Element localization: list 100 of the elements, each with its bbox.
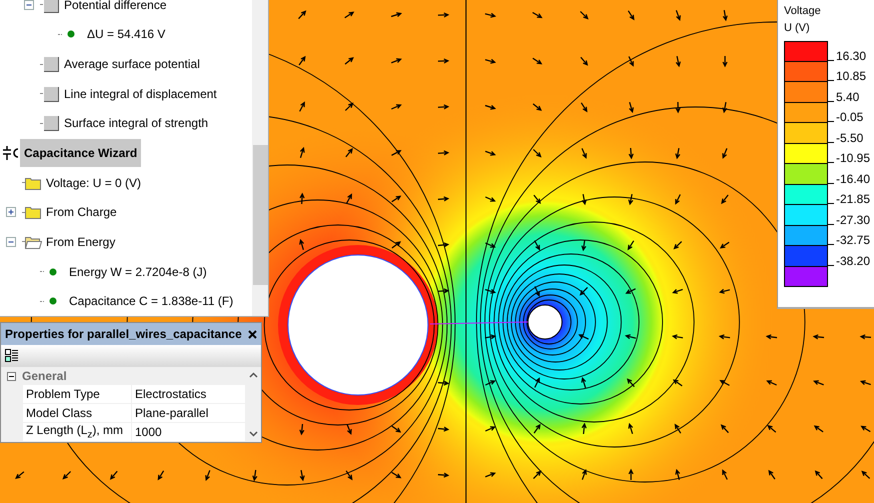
field-arrow: [533, 194, 541, 204]
field-arrow: [675, 148, 680, 160]
field-arrow: [766, 380, 778, 386]
legend-title: Voltage: [784, 5, 822, 17]
field-arrow: [674, 424, 682, 434]
field-arrow: [580, 286, 588, 296]
tree-item[interactable]: ΔU = 54.416 V: [85, 20, 168, 48]
field-arrow: [860, 380, 872, 386]
field-arrow: [437, 196, 450, 202]
collapse-icon[interactable]: [24, 0, 34, 10]
field-arrow: [299, 238, 304, 250]
scroll-up-icon[interactable]: [249, 372, 258, 378]
field-arrow: [298, 56, 306, 66]
field-arrow: [300, 146, 305, 158]
scale-label: -10.95: [836, 152, 870, 164]
square-icon: [43, 86, 59, 102]
field-arrow: [580, 102, 588, 112]
field-arrow: [532, 12, 543, 18]
field-arrow: [534, 424, 541, 434]
close-button[interactable]: [248, 330, 257, 338]
field-arrow: [300, 470, 305, 482]
field-arrow: [721, 194, 729, 204]
field-arrow: [437, 426, 450, 432]
field-arrow: [860, 426, 871, 432]
tree-item[interactable]: From Charge: [44, 198, 119, 226]
tree-item[interactable]: Energy W = 2.7204e-8 (J): [67, 258, 209, 286]
field-arrow: [628, 240, 634, 250]
field-arrow: [628, 422, 634, 434]
scrollbar[interactable]: [246, 367, 261, 442]
tree-item[interactable]: Average surface potential: [62, 50, 202, 78]
scale-label: -16.40: [836, 172, 870, 184]
categorized-view-icon[interactable]: [5, 349, 19, 363]
open-folder-icon: [25, 234, 42, 249]
field-arrow: [812, 334, 825, 340]
tree-item[interactable]: Capacitance C = 1.838e-11 (F): [67, 287, 236, 316]
field-arrow: [344, 12, 354, 18]
field-arrow: [299, 101, 305, 112]
field-arrow: [344, 102, 354, 112]
property-name: Z Length (L$_{z}$), mm: [23, 423, 132, 442]
field-arrow: [390, 104, 402, 110]
square-icon: [43, 115, 59, 132]
tree-item[interactable]: Voltage: U = 0 (V): [44, 168, 144, 197]
field-arrow: [628, 102, 634, 114]
field-arrow: [719, 380, 730, 386]
field-arrow: [767, 424, 776, 433]
field-arrow: [532, 148, 542, 158]
field-arrow: [484, 196, 496, 202]
tree-item[interactable]: Line integral of displacement: [62, 80, 219, 108]
field-arrow: [672, 379, 683, 386]
field-arrow: [391, 196, 402, 202]
dot-icon: [49, 297, 57, 306]
field-arrow: [718, 334, 731, 340]
tree-item[interactable]: Capacitance Wizard: [20, 139, 142, 168]
field-arrow: [722, 55, 728, 68]
field-arrow: [722, 10, 728, 22]
field-arrow: [860, 334, 872, 340]
scrollbar[interactable]: [252, 0, 268, 316]
field-arrow: [437, 12, 450, 18]
field-arrow: [62, 470, 72, 480]
scale-label: -32.75: [836, 234, 870, 246]
scale-label: 5.40: [836, 90, 860, 102]
field-arrow: [252, 469, 258, 482]
scroll-down-icon[interactable]: [249, 431, 258, 437]
folder-icon: [25, 176, 42, 190]
field-arrow: [437, 58, 450, 64]
scale-label: 10.85: [836, 70, 866, 82]
field-arrow: [580, 10, 589, 20]
field-arrow: [299, 423, 304, 436]
field-arrow: [390, 12, 402, 18]
collapse-icon[interactable]: [6, 237, 16, 248]
field-arrow: [437, 150, 450, 156]
tree-item[interactable]: Potential difference: [62, 0, 169, 19]
field-arrow: [676, 10, 681, 21]
field-arrow: [484, 472, 496, 478]
legend-unit: U (V): [784, 22, 811, 34]
scale-label: 16.30: [836, 50, 866, 62]
field-arrow: [676, 56, 681, 68]
field-arrow: [391, 426, 402, 433]
field-arrow: [391, 150, 402, 156]
field-arrow: [722, 469, 728, 480]
square-icon: [43, 56, 59, 72]
field-arrow: [628, 10, 634, 20]
scrollbar-thumb[interactable]: [252, 145, 268, 285]
folder-icon: [25, 205, 42, 220]
row-gutter: [1, 423, 23, 442]
property-name: Model Class: [23, 404, 132, 423]
field-arrow: [205, 470, 210, 481]
tree-item[interactable]: Surface integral of strength: [62, 109, 210, 138]
field-arrow: [437, 104, 450, 110]
field-arrow: [672, 334, 684, 340]
tree-item[interactable]: From Energy: [44, 228, 118, 256]
scale-label: -21.85: [836, 193, 870, 205]
collapse-icon[interactable]: [7, 372, 16, 380]
field-arrow: [766, 334, 778, 340]
expand-icon[interactable]: [6, 207, 16, 218]
field-arrow: [15, 471, 24, 480]
scale-label: -38.20: [836, 254, 870, 266]
field-arrow: [484, 242, 496, 248]
field-arrow: [625, 288, 636, 294]
dot-icon: [49, 268, 57, 276]
